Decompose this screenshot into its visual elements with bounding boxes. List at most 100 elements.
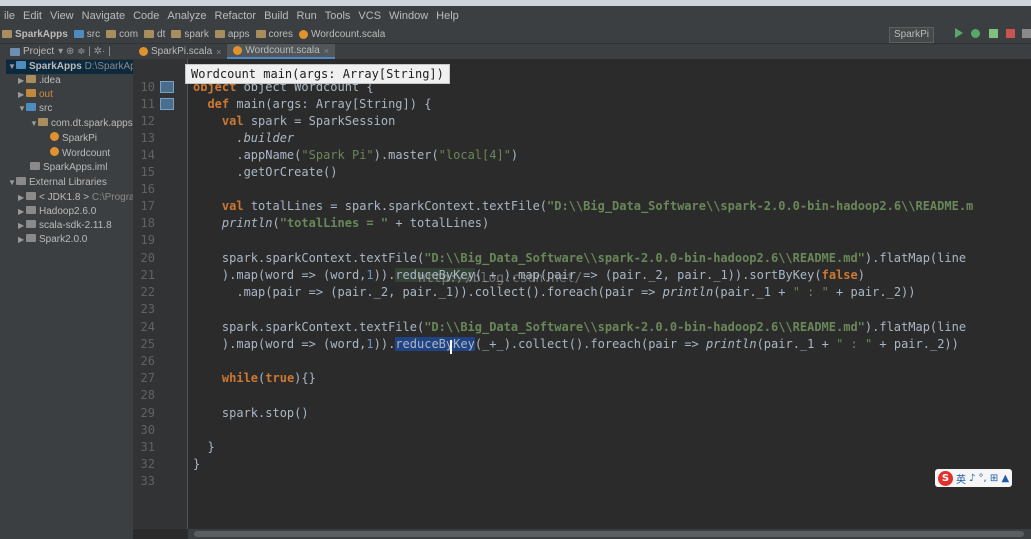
menu-build[interactable]: Build <box>264 10 288 22</box>
tab-wordcount[interactable]: Wordcount.scala × <box>227 44 335 59</box>
close-icon[interactable]: × <box>324 46 329 56</box>
code-line-29: spark.stop() <box>221 406 309 420</box>
tree-item-iml[interactable]: SparkApps.iml <box>30 161 107 175</box>
debug-icon[interactable] <box>971 29 980 38</box>
tree-item-hadoop[interactable]: ▶ Hadoop2.6.0 <box>18 205 96 219</box>
line-number: 20 <box>140 251 155 265</box>
line-number: 17 <box>140 199 155 213</box>
ime-toolbar[interactable]: S 英 ♪ °, ⊞ ▲ <box>935 469 1013 487</box>
menu-refactor[interactable]: Refactor <box>215 10 257 22</box>
menu-vcs[interactable]: VCS <box>358 10 381 22</box>
scala-object-icon <box>298 29 308 39</box>
menu-run[interactable]: Run <box>297 10 317 22</box>
tree-item-out[interactable]: ▶ out <box>18 88 53 102</box>
breadcrumb-project[interactable]: SparkApps <box>2 29 68 40</box>
menu-tools[interactable]: Tools <box>325 10 351 22</box>
run-gutter-icon[interactable] <box>160 81 174 93</box>
menu-edit[interactable]: Edit <box>23 10 42 22</box>
line-number: 24 <box>140 320 155 334</box>
package-icon <box>214 30 225 38</box>
tree-item-wordcount[interactable]: Wordcount <box>50 147 110 161</box>
code-line-22: .map(pair => (pair._2, pair._1)).collect… <box>236 285 916 299</box>
menu-analyze[interactable]: Analyze <box>167 10 206 22</box>
tree-item-external-libraries[interactable]: ▼ External Libraries <box>8 176 107 190</box>
breadcrumb-com[interactable]: com <box>106 29 138 40</box>
project-view-dropdown-icon[interactable]: ▾ ⊕ ≑ | ✲· | <box>58 46 111 57</box>
tree-item-spark[interactable]: ▶ Spark2.0.0 <box>18 233 87 247</box>
tree-item-project-root[interactable]: ▼ SparkApps D:\SparkAp <box>6 60 133 74</box>
menu-bar: ile Edit View Navigate Code Analyze Refa… <box>0 6 1031 25</box>
folder-icon <box>73 30 84 38</box>
code-line-15: .getOrCreate() <box>236 165 338 179</box>
line-number: 29 <box>140 406 155 420</box>
code-line-14: .appName("Spark Pi").master("local[4]") <box>236 148 519 162</box>
code-line-27: while(true){} <box>221 371 316 385</box>
menu-help[interactable]: Help <box>436 10 459 22</box>
breadcrumb-src[interactable]: src <box>73 29 100 40</box>
tree-item-idea[interactable]: ▶ .idea <box>18 74 61 88</box>
library-icon <box>26 234 36 242</box>
line-number: 25 <box>140 337 155 351</box>
line-number: 28 <box>140 388 155 402</box>
line-number: 32 <box>140 457 155 471</box>
package-icon <box>144 30 155 38</box>
tree-item-src[interactable]: ▼ src <box>18 102 52 116</box>
code-line-13: .builder <box>236 131 295 145</box>
menu-window[interactable]: Window <box>389 10 428 22</box>
run-icon[interactable] <box>955 28 963 38</box>
menu-code[interactable]: Code <box>133 10 159 22</box>
text-cursor <box>450 340 452 354</box>
run-gutter-icon[interactable] <box>160 98 174 110</box>
folder-icon <box>26 75 36 83</box>
scrollbar-thumb[interactable] <box>194 531 1024 537</box>
code-editor[interactable]: object object Wordcount { def main(args:… <box>188 59 1031 529</box>
tree-item-package[interactable]: ▼ com.dt.spark.apps.c <box>30 117 133 131</box>
scala-object-icon <box>139 47 148 56</box>
code-line-24: spark.sparkContext.textFile("D:\\Big_Dat… <box>221 320 967 334</box>
tree-item-jdk[interactable]: ▶ < JDK1.8 > C:\Progra <box>18 191 133 205</box>
tab-sparkpi[interactable]: SparkPi.scala × <box>133 44 227 59</box>
scala-object-icon <box>50 147 59 156</box>
line-number: 10 <box>140 80 155 94</box>
breadcrumb-file[interactable]: Wordcount.scala <box>298 29 385 40</box>
folder-icon <box>16 61 26 69</box>
line-number: 33 <box>140 474 155 488</box>
coverage-icon[interactable] <box>989 29 998 38</box>
breadcrumb-spark[interactable]: spark <box>171 29 209 40</box>
method-signature-tooltip: Wordcount main(args: Array[String]) <box>185 64 450 84</box>
breadcrumb-dt[interactable]: dt <box>144 29 165 40</box>
folder-icon <box>26 103 36 111</box>
editor-gutter: 10 11 12 13 14 15 16 17 18 19 20 21 22 2… <box>133 59 188 529</box>
editor-tabs: SparkPi.scala × Wordcount.scala × <box>133 44 1031 59</box>
code-line-11: def main(args: Array[String]) { <box>207 97 432 111</box>
folder-icon <box>2 30 12 38</box>
library-icon <box>26 206 36 214</box>
line-number: 14 <box>140 148 155 162</box>
code-line-12: val spark = SparkSession <box>221 114 396 128</box>
library-icon <box>16 177 26 185</box>
tree-item-scala-sdk[interactable]: ▶ scala-sdk-2.11.8 <box>18 219 112 233</box>
code-line-31: } <box>207 440 215 454</box>
build-icon[interactable] <box>1022 29 1031 38</box>
project-panel: Project ▾ ⊕ ≑ | ✲· | ▼ SparkApps D:\Spark… <box>6 44 133 539</box>
menu-view[interactable]: View <box>50 10 74 22</box>
close-icon[interactable]: × <box>216 47 221 57</box>
project-panel-header[interactable]: Project ▾ ⊕ ≑ | ✲· | <box>6 44 133 60</box>
line-number: 23 <box>140 302 155 316</box>
tree-item-sparkpi[interactable]: SparkPi <box>50 132 97 146</box>
code-line-32: } <box>193 457 201 471</box>
sogou-logo-icon: S <box>938 470 953 486</box>
module-file-icon <box>30 162 40 170</box>
line-number: 31 <box>140 440 155 454</box>
breadcrumb-cores[interactable]: cores <box>255 29 293 40</box>
scala-object-icon <box>233 46 243 55</box>
breadcrumb-apps[interactable]: apps <box>214 29 250 40</box>
line-number: 15 <box>140 165 155 179</box>
line-number: 26 <box>140 354 155 368</box>
stop-icon[interactable] <box>1006 29 1015 38</box>
line-number: 13 <box>140 131 155 145</box>
menu-file[interactable]: ile <box>4 10 15 22</box>
line-number: 27 <box>140 371 155 385</box>
menu-navigate[interactable]: Navigate <box>82 10 125 22</box>
run-configuration-select[interactable]: SparkPi <box>889 27 935 43</box>
